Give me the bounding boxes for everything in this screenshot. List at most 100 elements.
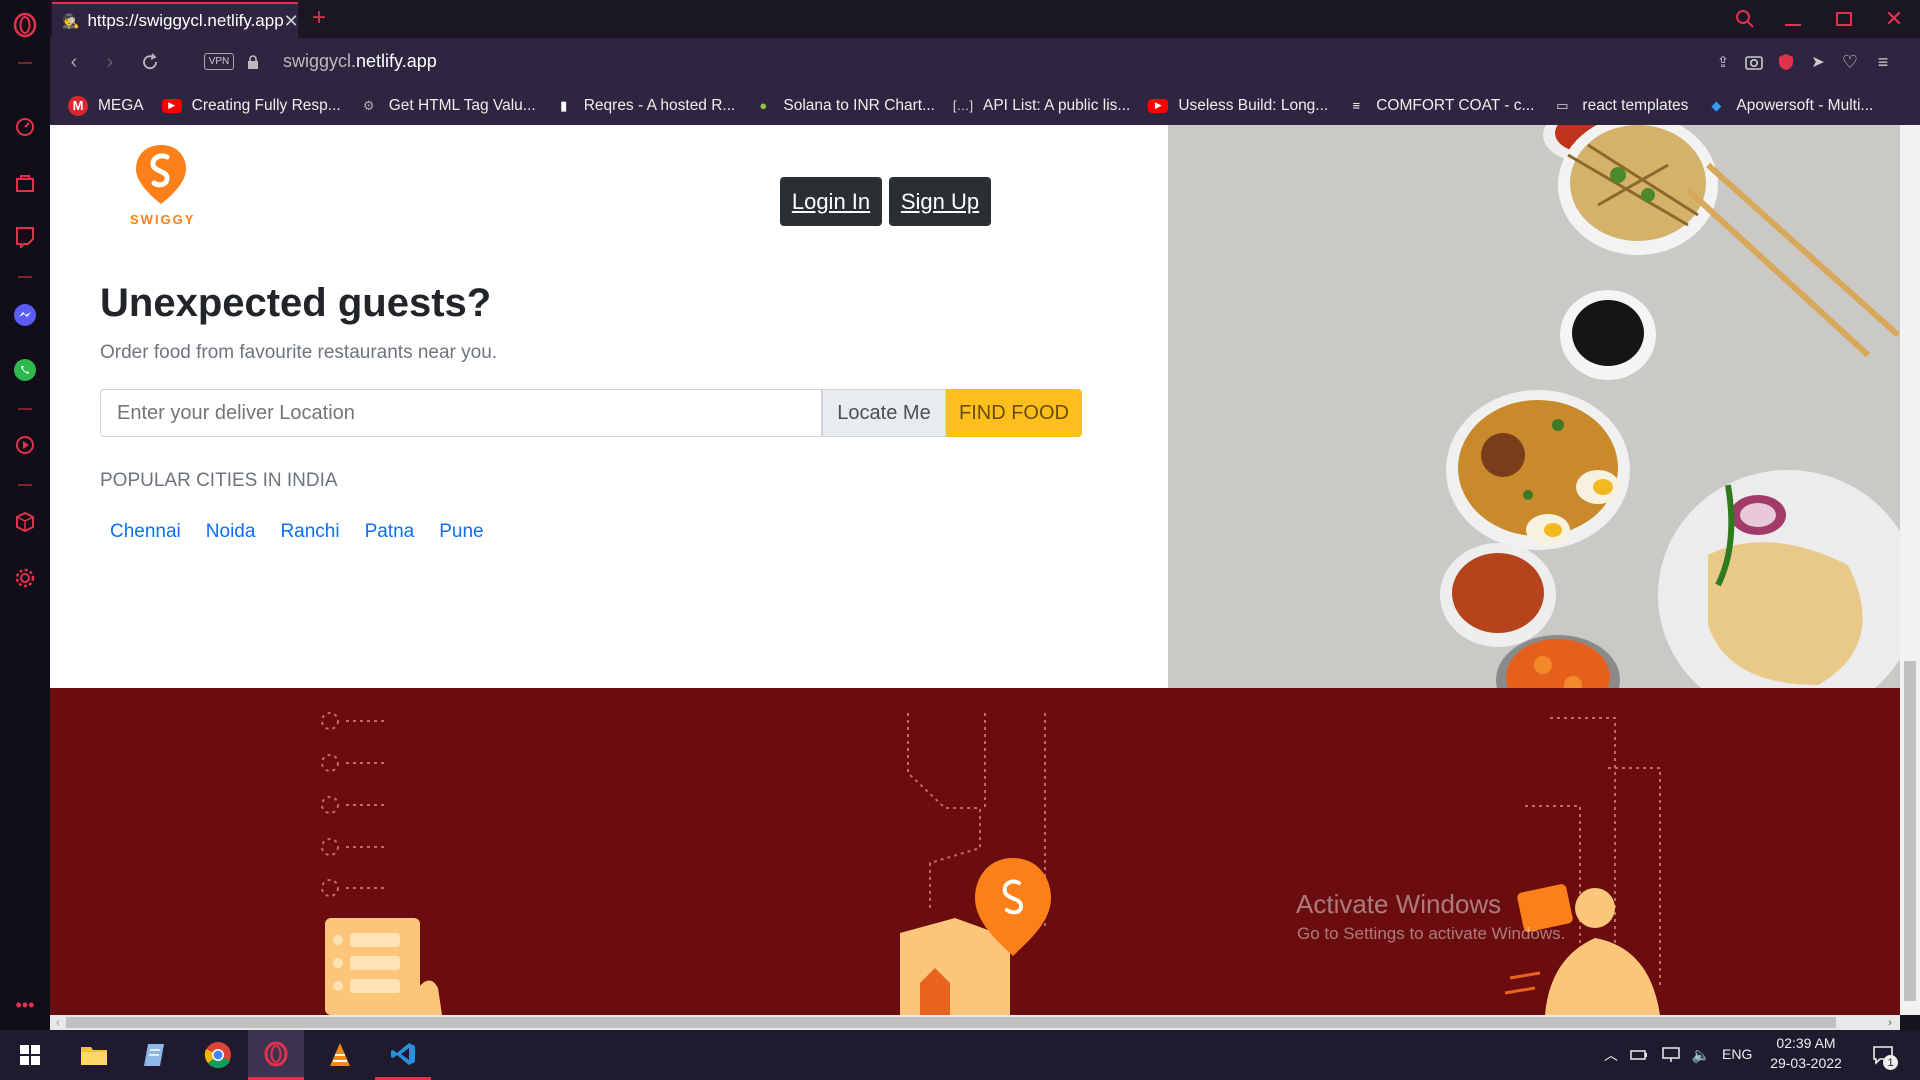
comfort-logo-icon: ≡	[1352, 98, 1361, 113]
bookmark-label: Solana to INR Chart...	[783, 96, 935, 114]
whatsapp-icon[interactable]	[10, 355, 40, 385]
vlc-icon[interactable]	[312, 1030, 368, 1080]
city-link-patna[interactable]: Patna	[365, 521, 415, 543]
notepad-icon[interactable]	[126, 1030, 182, 1080]
windows-taskbar: ︿ 🔈 ENG 02:39 AM 29-03-2022 1	[0, 1030, 1920, 1080]
volume-icon[interactable]: 🔈	[1690, 1044, 1712, 1066]
search-tabs-icon[interactable]	[1731, 6, 1759, 32]
signup-button[interactable]: Sign Up	[889, 177, 991, 226]
bookmark-item[interactable]: […] API List: A public lis...	[953, 96, 1130, 116]
speed-dial-icon[interactable]	[10, 112, 40, 142]
start-icon[interactable]	[2, 1030, 58, 1080]
vertical-scrollbar[interactable]	[1900, 125, 1920, 1015]
crypto-wallet-icon[interactable]	[10, 507, 40, 537]
tray-chevron-icon[interactable]: ︿	[1602, 1044, 1620, 1066]
bookmark-heart-icon[interactable]: ♡	[1839, 52, 1861, 72]
player-icon[interactable]	[10, 430, 40, 460]
forward-icon[interactable]: ›	[98, 50, 122, 74]
notifications-icon[interactable]: 1	[1866, 1040, 1900, 1070]
city-link-noida[interactable]: Noida	[206, 521, 256, 543]
bookmark-item[interactable]: ⚙ Get HTML Tag Valu...	[359, 96, 536, 116]
share-icon[interactable]: ⇪	[1712, 52, 1734, 72]
more-icon[interactable]: •••	[10, 990, 40, 1020]
bookmark-item[interactable]: ≡ COMFORT COAT - c...	[1346, 96, 1534, 116]
folder-icon: ▭	[1556, 97, 1569, 113]
restore-icon[interactable]	[1836, 12, 1852, 26]
horizontal-scroll-thumb[interactable]	[66, 1017, 1836, 1028]
clock-date: 29-03-2022	[1770, 1055, 1842, 1071]
bookmark-label: Creating Fully Resp...	[191, 96, 341, 114]
clock-time: 02:39 AM	[1776, 1035, 1836, 1051]
browser-sidebar: •••	[0, 0, 50, 1030]
city-link-ranchi[interactable]: Ranchi	[280, 521, 339, 543]
minimize-icon[interactable]	[1785, 24, 1801, 26]
shopping-bag-icon[interactable]	[10, 168, 40, 198]
bookmark-label: Reqres - A hosted R...	[583, 96, 736, 114]
battery-icon[interactable]	[1628, 1044, 1650, 1066]
opera-taskbar-icon[interactable]	[248, 1030, 304, 1080]
bookmark-label: MEGA	[98, 96, 144, 114]
network-icon[interactable]	[1660, 1044, 1682, 1066]
document-icon: ▮	[560, 97, 568, 113]
find-food-button[interactable]: FIND FOOD	[946, 389, 1082, 437]
twitch-icon[interactable]	[10, 222, 40, 252]
back-icon[interactable]: ‹	[62, 50, 86, 74]
tab-active[interactable]: 🕵 https://swiggycl.netlify.app ✕	[52, 2, 299, 38]
tab-title: https://swiggycl.netlify.app	[87, 11, 284, 30]
chrome-icon[interactable]	[190, 1030, 246, 1080]
clock[interactable]: 02:39 AM 29-03-2022	[1770, 1035, 1842, 1071]
swiggy-logo-icon	[136, 145, 186, 204]
lock-icon[interactable]	[244, 52, 262, 72]
bookmarks-bar: M MEGA ▶ Creating Fully Resp... ⚙ Get HTML Ta…	[50, 86, 1920, 125]
messenger-icon[interactable]	[10, 300, 40, 330]
food-hero-image	[1168, 125, 1900, 725]
incognito-icon: 🕵	[62, 12, 80, 29]
vpn-badge[interactable]: VPN	[204, 53, 234, 70]
reload-icon[interactable]	[138, 50, 162, 74]
illustration-strip	[321, 712, 1661, 1015]
web-page: SWIGGY Login In Sign Up Unexpected guest…	[50, 125, 1900, 1015]
gear-user-icon: ⚙	[362, 97, 375, 113]
settings-icon[interactable]	[10, 563, 40, 593]
notification-count: 1	[1883, 1055, 1898, 1070]
vscode-icon[interactable]	[375, 1030, 431, 1080]
login-button[interactable]: Login In	[780, 177, 882, 226]
bookmark-item[interactable]: ● Solana to INR Chart...	[753, 96, 935, 116]
adblock-icon[interactable]	[1775, 52, 1797, 72]
bookmark-label: react templates	[1582, 96, 1689, 114]
youtube-icon: ▶	[161, 98, 182, 113]
city-link-chennai[interactable]: Chennai	[110, 521, 181, 543]
bookmark-item[interactable]: M MEGA	[68, 95, 144, 116]
bookmark-label: Apowersoft - Multi...	[1736, 96, 1874, 114]
scroll-left-icon[interactable]: ‹	[52, 1015, 64, 1030]
youtube-icon: ▶	[1148, 98, 1169, 113]
bookmark-item[interactable]: ▭ react templates	[1552, 96, 1688, 116]
url-field[interactable]: swiggycl.netlify.app	[283, 51, 437, 72]
bookmark-item[interactable]: ▶ Useless Build: Long...	[1148, 97, 1328, 115]
file-explorer-icon[interactable]	[66, 1030, 122, 1080]
locate-me-button[interactable]: Locate Me	[822, 389, 946, 437]
bookmark-item[interactable]: ◆ Apowersoft - Multi...	[1706, 96, 1873, 116]
city-link-pune[interactable]: Pune	[439, 521, 483, 543]
vertical-scroll-thumb[interactable]	[1904, 661, 1916, 1001]
horizontal-scrollbar[interactable]: ‹ ›	[50, 1015, 1900, 1030]
opera-logo-icon[interactable]	[10, 10, 40, 40]
activate-windows-subtitle: Go to Settings to activate Windows.	[1297, 924, 1566, 943]
swiggy-logo[interactable]: SWIGGY	[130, 143, 193, 227]
location-input[interactable]	[100, 389, 822, 437]
bookmark-item[interactable]: ▶ Creating Fully Resp...	[161, 96, 341, 115]
mega-icon: M	[68, 95, 88, 116]
language-indicator[interactable]: ENG	[1722, 1046, 1752, 1062]
new-tab-icon[interactable]: +	[305, 4, 333, 32]
window-close-icon[interactable]: ✕	[1880, 4, 1908, 34]
snapshot-icon[interactable]	[1743, 52, 1765, 72]
send-icon[interactable]: ➤	[1807, 52, 1829, 72]
brackets-icon: […]	[952, 98, 974, 113]
easy-setup-icon[interactable]: ≡	[1872, 52, 1894, 72]
scroll-right-icon[interactable]: ›	[1884, 1015, 1896, 1030]
bookmark-item[interactable]: ▮ Reqres - A hosted R...	[554, 96, 736, 116]
how-it-works-section: Activate Windows Go to Settings to activ…	[50, 688, 1900, 1015]
coin-icon: ●	[759, 98, 768, 113]
tab-close-icon[interactable]: ✕	[284, 11, 299, 32]
apowersoft-icon: ◆	[1711, 97, 1722, 113]
